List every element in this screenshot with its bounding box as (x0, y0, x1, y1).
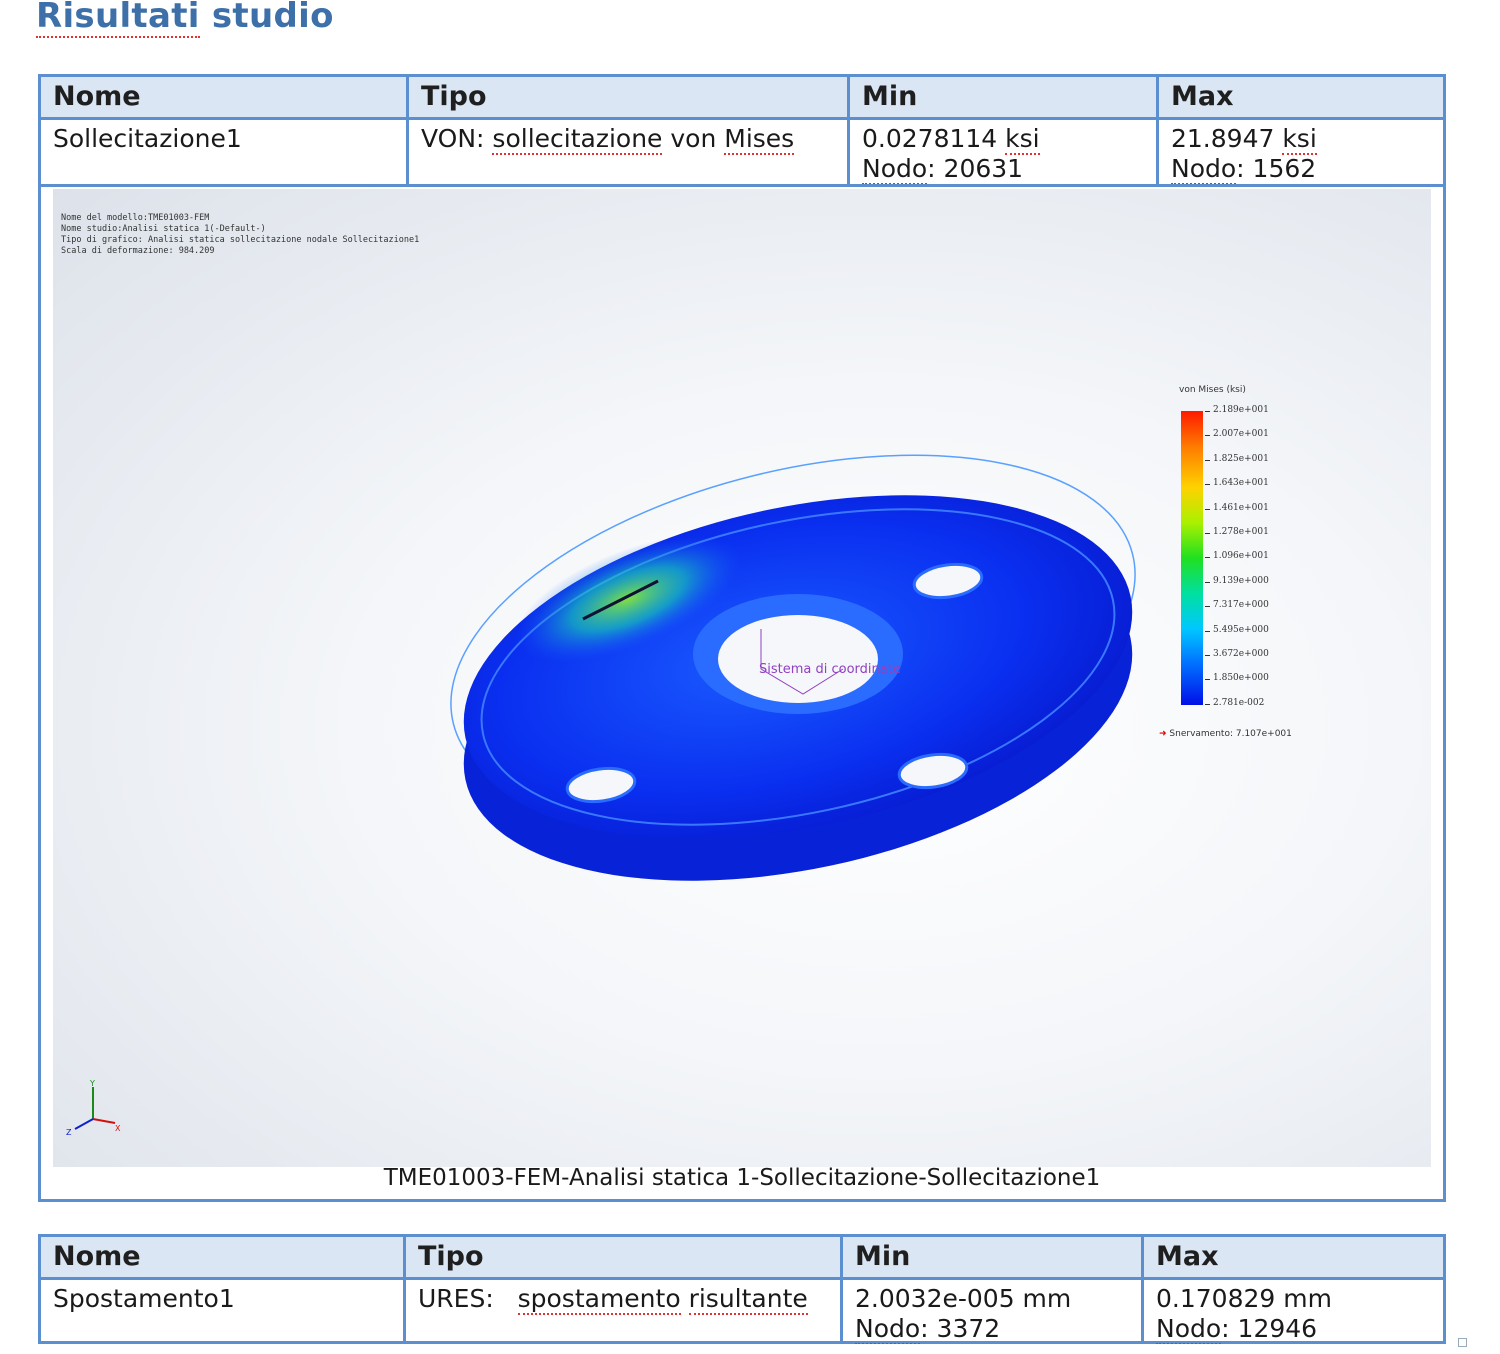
arrow-right-icon: ➜ (1159, 729, 1167, 739)
header-nome: Nome (41, 1237, 406, 1277)
tipo-mid: von (662, 124, 725, 153)
legend-tick-label: 7.317e+000 (1205, 600, 1269, 611)
svg-text:Y: Y (89, 1079, 95, 1088)
figure-caption: TME01003-FEM-Analisi statica 1-Sollecita… (383, 1165, 1101, 1191)
min-value: 2.0032e-005 mm (855, 1284, 1072, 1313)
legend-tick-label: 3.672e+000 (1205, 649, 1269, 659)
max-value: 0.170829 mm (1156, 1284, 1332, 1313)
tipo-word: sollecitazione (492, 124, 663, 155)
table-row: Spostamento1 URES: spostamento risultant… (41, 1280, 1443, 1344)
header-min: Min (850, 77, 1159, 117)
table-header-row: Nome Tipo Min Max (41, 77, 1443, 120)
legend-tick-label: 1.096e+001 (1205, 551, 1269, 562)
header-nome: Nome (41, 77, 409, 117)
max-unit: ksi (1282, 124, 1317, 155)
header-max: Max (1171, 81, 1234, 112)
legend-title: von Mises (ksi) (1179, 385, 1246, 395)
tipo-prefix: URES: (418, 1284, 518, 1313)
coord-system-label: Sistema di coordinate (759, 662, 901, 677)
header-max: Max (1156, 1241, 1219, 1272)
header-tipo: Tipo (409, 77, 850, 117)
max-node-label: Nodo (1171, 154, 1237, 184)
min-value: 0.0278114 (862, 124, 1006, 153)
stress-results-table: Nome Tipo Min Max Sollecitazione1 VON: s… (38, 74, 1446, 1202)
cell-max: 0.170829 mm Nodo: 12946 (1144, 1280, 1443, 1344)
min-node: : 3372 (920, 1314, 1001, 1343)
displacement-results-table: Nome Tipo Min Max Spostamento1 URES: spo… (38, 1234, 1446, 1344)
cell-max: 21.8947 ksi Nodo: 1562 (1159, 120, 1443, 184)
color-scale-bar (1181, 411, 1203, 705)
page-marker (1458, 1338, 1467, 1347)
max-node-label: Nodo (1156, 1314, 1222, 1344)
yield-label: Snervamento: 7.107e+001 (1169, 729, 1292, 739)
header-min: Min (843, 1237, 1144, 1277)
min-node-label: Nodo (855, 1314, 921, 1344)
tipo-word2: risultante (688, 1284, 808, 1315)
title-word: Risultati (36, 0, 200, 38)
legend-tick-label: 5.495e+000 (1205, 624, 1269, 635)
page-title: Risultati studio (36, 0, 334, 38)
table-header-row: Nome Tipo Min Max (41, 1237, 1443, 1280)
cell-nome: Spostamento1 (41, 1280, 406, 1344)
legend-tick-label: 1.850e+000 (1205, 673, 1269, 684)
legend-tick-label: 1.278e+001 (1205, 527, 1269, 537)
max-value: 21.8947 (1171, 124, 1283, 153)
cell-min: 0.0278114 ksi Nodo: 20631 (850, 120, 1159, 184)
legend-tick-label: 9.139e+000 (1205, 575, 1269, 586)
legend-tick-label: 1.461e+001 (1205, 502, 1269, 513)
max-node: : 12946 (1221, 1314, 1318, 1343)
legend-tick-label: 1.825e+001 (1205, 453, 1269, 464)
min-node: : 20631 (927, 154, 1024, 183)
tipo-word: spostamento (517, 1284, 681, 1315)
svg-text:X: X (115, 1124, 121, 1133)
legend-tick-label: 1.643e+001 (1205, 478, 1269, 489)
title-rest: studio (199, 0, 334, 36)
tipo-mid (681, 1284, 689, 1313)
cell-tipo: URES: spostamento risultante (406, 1280, 843, 1344)
max-node: : 1562 (1236, 154, 1317, 183)
tipo-word2: Mises (724, 124, 795, 155)
stress-plot-image: Nome del modello:TME01003-FEM Nome studi… (53, 189, 1431, 1167)
table-row: Sollecitazione1 VON: sollecitazione von … (41, 120, 1443, 187)
cell-tipo: VON: sollecitazione von Mises (409, 120, 850, 184)
legend-tick-label: 2.007e+001 (1205, 429, 1269, 440)
svg-text:Z: Z (66, 1128, 72, 1137)
axis-triad-icon: Y X Z (66, 1079, 121, 1137)
cell-nome: Sollecitazione1 (41, 120, 409, 184)
yield-marker: ➜ Snervamento: 7.107e+001 (1159, 729, 1292, 739)
tipo-prefix: VON: (421, 124, 493, 153)
legend-tick-label: 2.189e+001 (1205, 405, 1269, 415)
cell-min: 2.0032e-005 mm Nodo: 3372 (843, 1280, 1144, 1344)
header-tipo: Tipo (406, 1237, 843, 1277)
min-unit: ksi (1005, 124, 1040, 155)
min-node-label: Nodo (862, 154, 928, 184)
legend-tick-label: 2.781e-002 (1204, 697, 1265, 708)
